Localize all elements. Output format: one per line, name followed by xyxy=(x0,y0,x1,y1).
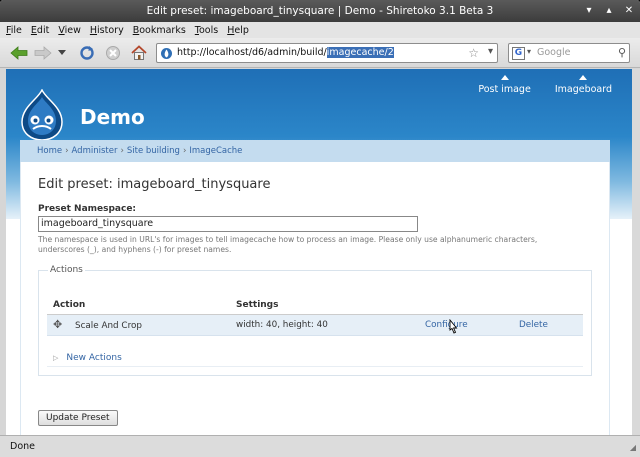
forward-icon[interactable] xyxy=(34,44,52,62)
navigation-toolbar: http://localhost/d6/admin/build/imagecac… xyxy=(0,38,640,68)
menu-tools[interactable]: Tools xyxy=(195,25,218,36)
site-icon xyxy=(160,47,173,60)
new-actions-toggle[interactable]: ▷ New Actions xyxy=(53,353,122,363)
maximize-icon[interactable]: ▴ xyxy=(602,4,616,18)
home-icon[interactable] xyxy=(130,44,148,62)
search-bar[interactable]: G ▾ Google ⚲ xyxy=(508,43,630,63)
column-header-configure xyxy=(419,296,513,315)
actions-legend: Actions xyxy=(48,265,85,275)
action-name: Scale And Crop xyxy=(75,321,142,331)
mouse-cursor-icon xyxy=(448,318,458,335)
breadcrumb-administer[interactable]: Administer xyxy=(72,146,118,156)
resize-grip-icon[interactable]: ◢ xyxy=(630,443,636,452)
settings-cell: width: 40, height: 40 xyxy=(230,314,419,336)
menu-history[interactable]: History xyxy=(90,25,124,36)
primary-link-post-image[interactable]: Post image xyxy=(478,75,531,95)
breadcrumb: Home › Administer › Site building › ImageCache xyxy=(20,140,610,162)
delete-cell: Delete xyxy=(513,314,583,336)
action-cell: ✥ Scale And Crop xyxy=(47,314,230,336)
table-row: ✥ Scale And Crop width: 40, height: 40 Co… xyxy=(47,314,583,336)
page-viewport: Demo Post image Imageboard Home › Administ… xyxy=(6,69,632,435)
page-title: Edit preset: imageboard_tinysquare xyxy=(38,177,271,192)
actions-fieldset: Actions Action Settings ✥ Scale And Crop xyxy=(38,265,592,376)
menu-help[interactable]: Help xyxy=(227,25,249,36)
search-icon[interactable]: ⚲ xyxy=(618,46,626,59)
configure-cell: Configure xyxy=(419,314,513,336)
namespace-description: The namespace is used in URL's for image… xyxy=(38,235,538,254)
divider xyxy=(47,366,583,367)
status-text: Done xyxy=(10,441,35,452)
update-preset-button[interactable]: Update Preset xyxy=(38,410,118,426)
status-bar: Done ◢ xyxy=(0,435,640,457)
namespace-label: Preset Namespace: xyxy=(38,204,137,214)
back-icon[interactable] xyxy=(10,44,28,62)
column-header-action: Action xyxy=(47,296,230,315)
url-dropdown-icon[interactable]: ▾ xyxy=(488,46,493,57)
column-header-settings: Settings xyxy=(230,296,419,315)
reload-icon[interactable] xyxy=(78,44,96,62)
actions-table: Action Settings ✥ Scale And Crop width: 4… xyxy=(47,296,583,336)
menu-file[interactable]: File xyxy=(6,25,22,36)
breadcrumb-home[interactable]: Home xyxy=(37,146,62,156)
bookmark-star-icon[interactable]: ☆ xyxy=(468,46,479,60)
collapsed-triangle-icon: ▷ xyxy=(53,354,59,362)
menu-edit[interactable]: Edit xyxy=(31,25,49,36)
configure-link[interactable]: Configure xyxy=(425,320,468,330)
breadcrumb-imagecache[interactable]: ImageCache xyxy=(189,146,242,156)
main-content: Edit preset: imageboard_tinysquare Prese… xyxy=(20,162,610,435)
minimize-icon[interactable]: ▾ xyxy=(582,4,596,18)
new-actions-link[interactable]: New Actions xyxy=(66,353,121,363)
url-text[interactable]: http://localhost/d6/admin/build/imagecac… xyxy=(177,47,394,58)
drupal-logo-icon[interactable] xyxy=(20,88,64,141)
primary-link-imageboard[interactable]: Imageboard xyxy=(555,75,612,95)
title-bar: Edit preset: imageboard_tinysquare | Dem… xyxy=(0,0,640,22)
address-bar[interactable]: http://localhost/d6/admin/build/imagecac… xyxy=(156,43,498,63)
search-engine-dropdown-icon[interactable]: ▾ xyxy=(527,47,531,56)
primary-links: Post image Imageboard xyxy=(478,75,612,95)
tab-arrow-icon xyxy=(500,75,509,80)
namespace-input[interactable]: imageboard_tinysquare xyxy=(38,216,418,232)
column-header-delete xyxy=(513,296,583,315)
menu-bar: File Edit View History Bookmarks Tools H… xyxy=(0,22,640,38)
menu-bookmarks[interactable]: Bookmarks xyxy=(133,25,186,36)
site-name[interactable]: Demo xyxy=(80,105,145,129)
close-icon[interactable]: ✕ xyxy=(622,4,636,18)
drag-handle-icon[interactable]: ✥ xyxy=(53,318,65,331)
delete-link[interactable]: Delete xyxy=(519,320,548,330)
window-title: Edit preset: imageboard_tinysquare | Dem… xyxy=(146,5,494,17)
browser-window: Edit preset: imageboard_tinysquare | Dem… xyxy=(0,0,640,457)
breadcrumb-site-building[interactable]: Site building xyxy=(127,146,180,156)
menu-view[interactable]: View xyxy=(58,25,81,36)
search-input[interactable]: Google xyxy=(537,47,571,58)
stop-icon[interactable] xyxy=(104,44,122,62)
tab-arrow-icon xyxy=(579,75,588,80)
dropdown-icon[interactable] xyxy=(56,44,68,62)
window-controls: ▾ ▴ ✕ xyxy=(582,4,636,18)
search-engine-icon[interactable]: G xyxy=(512,47,525,60)
vertical-scrollbar[interactable] xyxy=(632,69,640,435)
